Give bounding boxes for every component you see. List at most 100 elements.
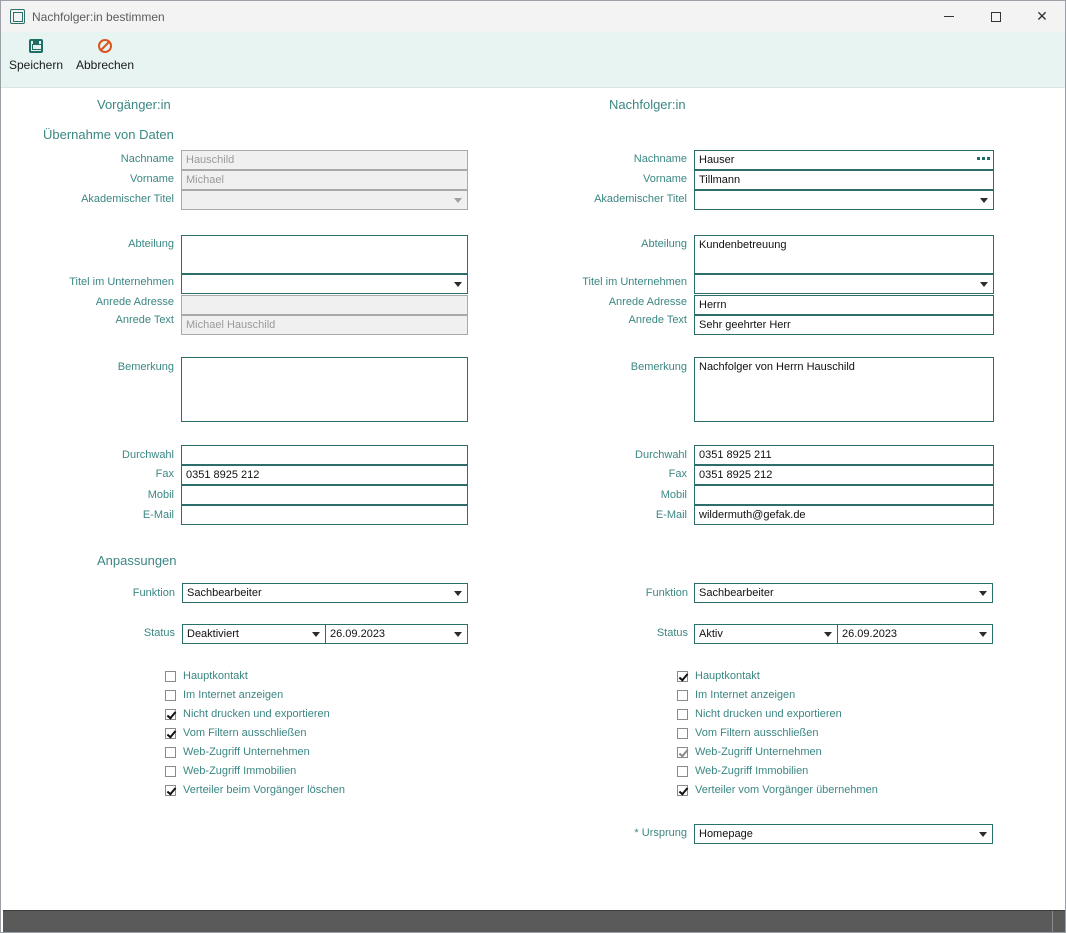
pred-checkbox[interactable] [165,784,176,796]
succ-checkbox[interactable] [677,784,688,796]
pred-email-label: E-Mail [142,509,174,521]
succ-anrede-text-label: Anrede Text [628,314,687,326]
cancel-button[interactable]: Abbrechen [74,36,136,82]
chevron-down-icon [454,282,462,287]
succ-checkbox[interactable] [677,689,688,701]
pred-funktion-select[interactable]: Sachbearbeiter [182,583,468,603]
succ-funktion-label: Funktion [645,587,688,599]
succ-anrede-adresse-field[interactable]: Herrn [694,295,994,315]
succ-checkbox[interactable] [677,727,688,739]
succ-mobil-field[interactable] [694,485,994,505]
pred-checkbox-row[interactable]: Web-Zugriff Immobilien [165,763,296,779]
succ-bemerkung-label: Bemerkung [630,361,687,373]
maximize-button[interactable] [973,1,1019,32]
succ-anrede-text-field[interactable]: Sehr geehrter Herr [694,315,994,335]
succ-status-date-select[interactable]: 26.09.2023 [837,624,993,644]
succ-checkbox-row[interactable]: Im Internet anzeigen [677,687,795,703]
pred-checkbox-row[interactable]: Nicht drucken und exportieren [165,706,330,722]
succ-checkbox-row[interactable]: Web-Zugriff Immobilien [677,763,808,779]
succ-durchwahl-field[interactable]: 0351 8925 211 [694,445,994,465]
pred-mobil-field[interactable] [181,485,468,505]
succ-checkbox-row[interactable]: Nicht drucken und exportieren [677,706,842,722]
pred-titel-select[interactable] [181,190,468,210]
pred-checkbox-label: Verteiler beim Vorgänger löschen [183,784,346,796]
pred-funktion-value: Sachbearbeiter [187,587,262,599]
succ-checkbox-row[interactable]: Web-Zugriff Unternehmen [677,744,822,760]
pred-durchwahl-field[interactable] [181,445,468,465]
succ-nachname-value: Hauser [699,154,735,166]
pred-bemerkung-field[interactable] [181,357,468,422]
pred-nachname-field[interactable]: Hauschild [181,150,468,170]
pred-titel-unternehmen-select[interactable] [181,274,468,294]
minimize-icon [944,16,954,17]
pred-checkbox[interactable] [165,746,176,758]
succ-status-date-value: 26.09.2023 [842,628,898,640]
pred-checkbox[interactable] [165,708,176,720]
succ-titel-unternehmen-label: Titel im Unternehmen [582,276,687,288]
pred-checkbox[interactable] [165,765,176,777]
chevron-down-icon [454,198,462,203]
succ-checkbox[interactable] [677,670,688,682]
succ-nachname-field[interactable]: Hauser [694,150,994,170]
pred-titel-unternehmen-label: Titel im Unternehmen [69,276,174,288]
succ-durchwahl-label: Durchwahl [635,449,687,461]
more-icon[interactable] [977,157,990,160]
succ-funktion-select[interactable]: Sachbearbeiter [694,583,993,603]
pred-status-select[interactable]: Deaktiviert [182,624,326,644]
pred-fax-field[interactable]: 0351 8925 212 [181,465,468,485]
succ-status-value: Aktiv [699,628,723,640]
pred-vorname-field[interactable]: Michael [181,170,468,190]
pred-checkbox-row[interactable]: Vom Filtern ausschließen [165,725,307,741]
pred-checkbox[interactable] [165,670,176,682]
pred-vorname-label: Vorname [129,173,174,185]
pred-mobil-label: Mobil [147,489,174,501]
pred-status-date-select[interactable]: 26.09.2023 [325,624,468,644]
successor-heading: Nachfolger:in [609,97,686,112]
pred-anrede-adresse-field[interactable] [181,295,468,315]
pred-checkbox-row[interactable]: Im Internet anzeigen [165,687,283,703]
succ-fax-field[interactable]: 0351 8925 212 [694,465,994,485]
succ-email-field[interactable]: wildermuth@gefak.de [694,505,994,525]
maximize-icon [991,11,1001,22]
succ-checkbox-row[interactable]: Vom Filtern ausschließen [677,725,819,741]
window-title: Nachfolger:in bestimmen [32,10,165,24]
succ-checkbox[interactable] [677,746,688,758]
succ-checkbox-row[interactable]: Verteiler vom Vorgänger übernehmen [677,782,878,798]
pred-titel-label: Akademischer Titel [81,193,174,205]
pred-status-label: Status [143,627,175,639]
pred-checkbox-row[interactable]: Verteiler beim Vorgänger löschen [165,782,345,798]
pred-checkbox-label: Im Internet anzeigen [183,689,284,701]
succ-fax-label: Fax [668,468,687,480]
succ-checkbox-label: Web-Zugriff Unternehmen [695,746,822,758]
close-icon: ✕ [1036,8,1048,24]
pred-checkbox-row[interactable]: Web-Zugriff Unternehmen [165,744,310,760]
pred-checkbox[interactable] [165,727,176,739]
pred-checkbox-label: Web-Zugriff Unternehmen [183,746,310,758]
chevron-down-icon [980,198,988,203]
succ-checkbox[interactable] [677,765,688,777]
succ-checkbox[interactable] [677,708,688,720]
succ-vorname-field[interactable]: Tillmann [694,170,994,190]
succ-checkbox-row[interactable]: Hauptkontakt [677,668,760,684]
pred-checkbox-row[interactable]: Hauptkontakt [165,668,248,684]
succ-status-select[interactable]: Aktiv [694,624,838,644]
succ-ursprung-value: Homepage [699,828,753,840]
close-button[interactable]: ✕ [1019,1,1065,32]
chevron-down-icon [454,591,462,596]
pred-abteilung-field[interactable] [181,235,468,274]
pred-email-field[interactable] [181,505,468,525]
pred-anrede-text-field[interactable]: Michael Hauschild [181,315,468,335]
toolbar: Speichern Abbrechen [1,32,1065,88]
minimize-button[interactable] [926,1,972,32]
succ-titel-unternehmen-select[interactable] [694,274,994,294]
save-button[interactable]: Speichern [9,36,63,82]
pred-checkbox[interactable] [165,689,176,701]
succ-abteilung-field[interactable]: Kundenbetreuung [694,235,994,274]
pred-durchwahl-label: Durchwahl [122,449,174,461]
succ-ursprung-select[interactable]: Homepage [694,824,993,844]
succ-bemerkung-field[interactable]: Nachfolger von Herrn Hauschild [694,357,994,422]
pred-fax-label: Fax [155,468,174,480]
adjustments-heading: Anpassungen [97,553,177,568]
succ-titel-select[interactable] [694,190,994,210]
chevron-down-icon [980,282,988,287]
